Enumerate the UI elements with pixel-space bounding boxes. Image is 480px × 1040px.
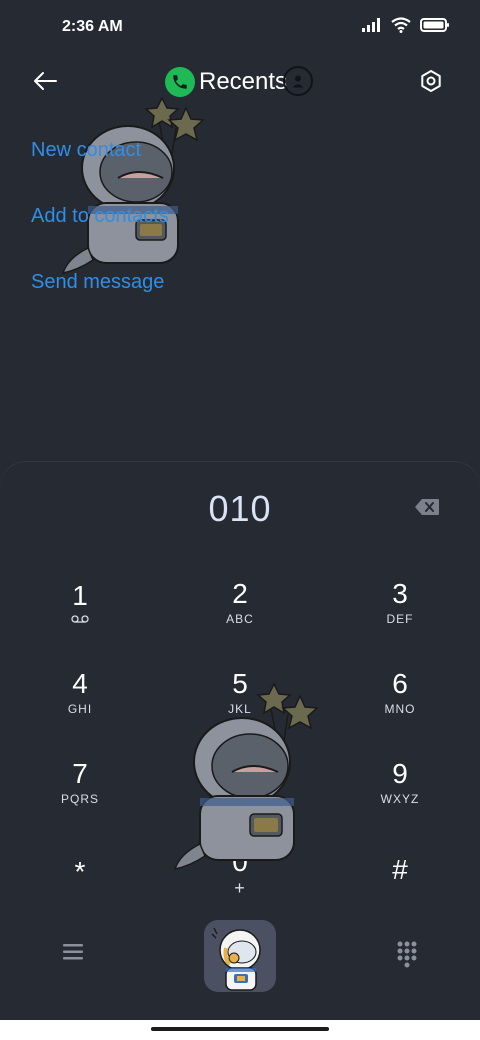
back-button[interactable] — [30, 66, 60, 96]
dialed-number[interactable]: 010 — [0, 488, 480, 530]
key-digit: 9 — [392, 758, 408, 789]
page-title: Recents — [199, 68, 288, 95]
status-icons — [362, 17, 450, 33]
send-message-link[interactable]: Send message — [31, 268, 169, 334]
voicemail-icon — [71, 615, 89, 623]
add-to-contacts-link[interactable]: Add to contacts — [31, 202, 169, 268]
key-4[interactable]: 4 GHI — [25, 668, 135, 738]
status-bar: 2:36 AM — [0, 0, 480, 56]
key-2[interactable]: 2 ABC — [185, 578, 295, 648]
dialpad-icon[interactable] — [396, 940, 418, 968]
key-digit: # — [392, 854, 408, 885]
key-digit: 1 — [72, 580, 88, 611]
key-digit: 6 — [392, 668, 408, 699]
key-9[interactable]: 9 WXYZ — [345, 758, 455, 828]
key-digit: 4 — [72, 668, 88, 699]
home-indicator[interactable] — [151, 1027, 329, 1031]
battery-icon — [420, 18, 449, 32]
key-digit: 3 — [392, 578, 408, 609]
key-6[interactable]: 6 MNO — [345, 668, 455, 738]
astronaut-sticker — [173, 682, 319, 870]
back-arrow-icon — [34, 72, 57, 90]
key-letters: DEF — [386, 612, 414, 626]
backspace-icon[interactable] — [414, 498, 440, 516]
contact-avatar-icon[interactable] — [283, 66, 313, 96]
signal-icon — [362, 18, 380, 32]
key-1[interactable]: 1 — [25, 580, 135, 650]
menu-icon[interactable] — [61, 940, 85, 964]
astronaut-call-icon — [211, 927, 261, 991]
key-7[interactable]: 7 PQRS — [25, 758, 135, 828]
call-button[interactable] — [204, 920, 276, 992]
key-digit: 2 — [232, 578, 248, 609]
key-letters: GHI — [67, 702, 93, 716]
system-nav-bar — [0, 1020, 480, 1040]
bottom-bar — [0, 918, 480, 998]
action-list: New contact Add to contacts Send message — [31, 136, 169, 334]
key-letters: MNO — [384, 702, 416, 716]
key-3[interactable]: 3 DEF — [345, 578, 455, 648]
key-hash[interactable]: # — [345, 854, 455, 924]
key-star[interactable]: * — [25, 856, 135, 926]
settings-icon — [421, 70, 441, 92]
settings-button[interactable] — [415, 65, 447, 97]
key-letters: PQRS — [60, 792, 99, 806]
key-letters: ABC — [226, 612, 254, 626]
key-letters: + — [234, 878, 246, 898]
key-digit: 7 — [72, 758, 88, 789]
wifi-icon — [391, 17, 411, 33]
status-time: 2:36 AM — [62, 18, 123, 35]
new-contact-link[interactable]: New contact — [31, 136, 169, 202]
key-letters: WXYZ — [380, 792, 420, 806]
key-digit: * — [74, 856, 86, 887]
